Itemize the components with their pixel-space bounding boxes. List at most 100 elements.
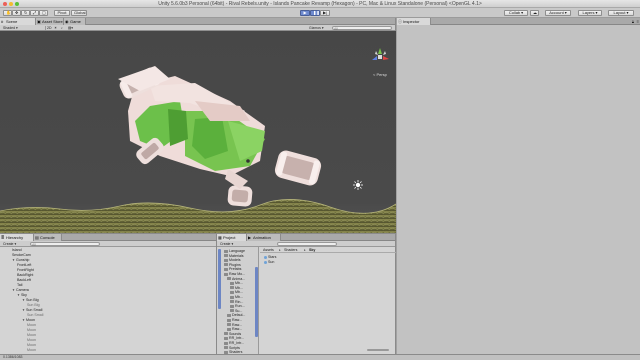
breadcrumb-shaders[interactable]: Shaders	[284, 248, 297, 252]
hierarchy-item[interactable]: ▼Sun Big	[22, 298, 39, 302]
project-folder-item[interactable]: Models	[224, 258, 241, 262]
project-create-dropdown[interactable]: Create ▾	[219, 242, 234, 246]
shading-mode-dropdown[interactable]: Shaded ▾	[2, 26, 19, 30]
tab-asset-store[interactable]: ▣ Asset Store	[36, 18, 64, 25]
breadcrumb-assets[interactable]: Assets	[263, 248, 274, 252]
hierarchy-item[interactable]: Moon	[27, 328, 36, 332]
hierarchy-item[interactable]: ▼Camera	[12, 288, 29, 292]
tab-inspector-label: Inspector	[403, 19, 420, 24]
2d-toggle[interactable]: 2D	[45, 26, 52, 30]
rect-tool-button[interactable]: ▢	[39, 10, 48, 16]
project-folder-item[interactable]: Language	[224, 249, 245, 253]
hierarchy-item[interactable]: Moon	[27, 323, 36, 327]
hierarchy-item-label: FrontRight	[17, 268, 34, 272]
global-toggle[interactable]: Global	[71, 10, 87, 16]
project-folder-item[interactable]: RR_Intr...	[224, 341, 244, 345]
hierarchy-item[interactable]: Sun Big	[27, 303, 40, 307]
lighting-toggle-icon[interactable]: ☀	[53, 26, 58, 30]
project-folder-item[interactable]: Mb...	[230, 295, 243, 299]
project-folder-item[interactable]: Sounds	[224, 332, 241, 336]
move-tool-button[interactable]: ✥	[12, 10, 21, 16]
tab-animation[interactable]: ▶ Animation	[247, 234, 281, 241]
project-folder-item[interactable]: Rin...	[230, 300, 243, 304]
hierarchy-item[interactable]: Tail	[17, 283, 22, 287]
hierarchy-item[interactable]: FrontRight	[17, 268, 34, 272]
icon-size-slider[interactable]	[367, 349, 389, 351]
tab-hierarchy[interactable]: ≣ Hierarchy	[0, 234, 34, 241]
scale-tool-button[interactable]: ⤢	[30, 10, 39, 16]
expand-arrow-icon[interactable]: ▼	[12, 288, 15, 292]
audio-toggle-icon[interactable]: ♪	[60, 26, 64, 30]
tab-project[interactable]: ▦ Project	[217, 234, 247, 241]
project-folder-item[interactable]: Materials	[224, 254, 244, 258]
project-folder-item[interactable]: Mb...	[230, 286, 243, 290]
project-folder-item[interactable]: Prefabs	[224, 267, 241, 271]
step-button[interactable]: ▶|	[320, 10, 330, 16]
project-folder-item[interactable]: RR_Intr...	[224, 336, 244, 340]
account-dropdown[interactable]: Account	[545, 10, 571, 16]
hierarchy-search-input[interactable]: All	[30, 242, 100, 247]
tab-console[interactable]: ▤ Console	[34, 234, 62, 241]
layers-dropdown[interactable]: Layers	[578, 10, 602, 16]
project-folder-item[interactable]: Raw Mo...	[224, 272, 245, 276]
file-item-stars[interactable]: Stars	[264, 255, 276, 259]
project-folder-item[interactable]: Raw...	[227, 318, 242, 322]
hierarchy-item[interactable]: ▼Sun Small	[22, 308, 42, 312]
hierarchy-item[interactable]: ▼Moon	[22, 318, 35, 322]
expand-arrow-icon[interactable]: ▼	[22, 308, 25, 312]
hierarchy-item[interactable]: FrontLeft	[17, 263, 31, 267]
project-folder-item[interactable]: Plugins	[224, 263, 241, 267]
project-folder-item[interactable]: Su...	[230, 309, 242, 313]
rotate-tool-button[interactable]: ↻	[21, 10, 30, 16]
folder-label: Raw...	[232, 322, 242, 327]
hierarchy-item[interactable]: Island	[12, 248, 22, 252]
hierarchy-item[interactable]: Moon	[27, 348, 36, 352]
main-toolbar: ✋ ✥ ↻ ⤢ ▢ Pivot Global ▶ ❚❚ ▶| Collab ☁ …	[0, 8, 640, 18]
collab-dropdown[interactable]: Collab	[504, 10, 528, 16]
hierarchy-item[interactable]: BackLeft	[17, 278, 31, 282]
hierarchy-item[interactable]: BackRight	[17, 273, 33, 277]
project-folder-item[interactable]: Defaul...	[227, 313, 245, 317]
layout-dropdown[interactable]: Layout	[608, 10, 634, 16]
hierarchy-item[interactable]: Moon	[27, 338, 36, 342]
project-folder-item[interactable]: Raw...	[227, 323, 242, 327]
tab-scene[interactable]: # Scene	[0, 18, 36, 25]
gizmos-dropdown[interactable]: Gizmos ▾	[308, 26, 325, 30]
project-tree-scrollbar[interactable]	[218, 249, 221, 309]
file-item-sun[interactable]: Sun	[264, 260, 274, 264]
hierarchy-item[interactable]: Moon	[27, 343, 36, 347]
lock-icon[interactable]: 🔒︎	[632, 19, 634, 24]
expand-arrow-icon[interactable]: ▼	[22, 318, 25, 322]
play-button[interactable]: ▶	[300, 10, 310, 16]
breadcrumb-sky[interactable]: Sky	[309, 248, 315, 252]
pause-button[interactable]: ❚❚	[310, 10, 320, 16]
sun-light-gizmo-icon[interactable]	[353, 180, 363, 190]
project-folder-item[interactable]: Scripts	[224, 346, 240, 350]
panel-menu-icon[interactable]: ≡	[637, 19, 639, 24]
project-folder-item[interactable]: Anima...	[227, 277, 245, 281]
hand-tool-button[interactable]: ✋	[3, 10, 12, 16]
project-search-input[interactable]	[277, 242, 337, 246]
tab-inspector[interactable]: ⓘ Inspector	[397, 18, 431, 25]
expand-arrow-icon[interactable]: ▼	[12, 258, 15, 262]
project-folder-item[interactable]: Mb...	[230, 290, 243, 294]
project-tree-scrollbar-right[interactable]	[255, 267, 258, 337]
project-folder-item[interactable]: Run...	[230, 304, 245, 308]
collab-label: Collab	[508, 10, 521, 15]
scene-viewport[interactable]: < Persp	[0, 31, 396, 233]
effects-dropdown-icon[interactable]: ▧▾	[67, 26, 74, 30]
hierarchy-item[interactable]: Moon	[27, 333, 36, 337]
hierarchy-item[interactable]: SmokeCam	[12, 253, 31, 257]
hierarchy-item[interactable]: ▼Sky	[17, 293, 27, 297]
scene-search-input[interactable]: All	[332, 26, 392, 31]
project-folder-item[interactable]: Mb...	[230, 281, 243, 285]
hierarchy-item[interactable]: Sun Small	[27, 313, 43, 317]
project-folder-item[interactable]: Raw...	[227, 327, 242, 331]
hierarchy-item[interactable]: ▼Gunship	[12, 258, 29, 262]
expand-arrow-icon[interactable]: ▼	[22, 298, 25, 302]
hierarchy-create-dropdown[interactable]: Create ▾	[2, 242, 17, 246]
expand-arrow-icon[interactable]: ▼	[17, 293, 20, 297]
cloud-button[interactable]: ☁	[530, 10, 539, 16]
pivot-toggle[interactable]: Pivot	[54, 10, 70, 16]
tab-game[interactable]: ◉ Game	[64, 18, 86, 25]
